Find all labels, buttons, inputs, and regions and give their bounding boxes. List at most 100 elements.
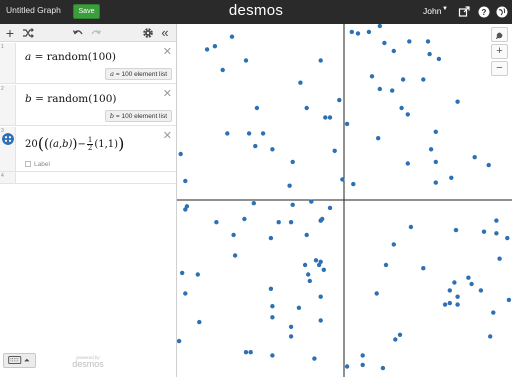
graph-point[interactable] <box>469 281 474 287</box>
graph-point[interactable] <box>243 58 249 63</box>
graph-point[interactable] <box>306 272 311 277</box>
chevron-down-icon[interactable]: ▼ <box>442 6 448 12</box>
graph-point[interactable] <box>302 262 308 268</box>
graph-point[interactable] <box>376 136 381 141</box>
graph-point[interactable] <box>248 350 253 355</box>
graph-point[interactable] <box>232 253 238 258</box>
graph-point[interactable] <box>408 224 414 230</box>
graph-point[interactable] <box>442 302 448 307</box>
graph-point[interactable] <box>296 305 302 310</box>
keypad-toggle-button[interactable] <box>3 353 36 368</box>
redo-icon[interactable] <box>89 26 103 40</box>
zoom-in-button[interactable]: + <box>491 44 508 59</box>
graph-point[interactable] <box>377 86 382 92</box>
graph-point[interactable] <box>449 175 454 180</box>
graph-point[interactable] <box>349 29 354 35</box>
zoom-out-button[interactable]: − <box>491 61 508 76</box>
graph-point[interactable] <box>332 148 337 153</box>
graph-point[interactable] <box>312 356 317 361</box>
graph-point[interactable] <box>478 288 484 293</box>
graph-point[interactable] <box>436 56 442 62</box>
close-icon[interactable]: ✕ <box>163 87 172 100</box>
graph-point[interactable] <box>313 258 319 263</box>
graph-point[interactable] <box>268 286 274 291</box>
graph-canvas[interactable] <box>177 24 512 377</box>
graph-point[interactable] <box>246 131 252 136</box>
label-checkbox[interactable] <box>25 161 31 167</box>
graph-point[interactable] <box>360 362 365 368</box>
graph-point[interactable] <box>177 338 182 344</box>
graph-point[interactable] <box>360 353 365 358</box>
graph-point[interactable] <box>288 324 294 329</box>
close-icon[interactable]: ✕ <box>163 129 172 142</box>
graph-point[interactable] <box>220 67 225 73</box>
graph-point[interactable] <box>270 315 275 320</box>
expression-math[interactable]: a = random(100) <box>25 51 116 63</box>
graph-point[interactable] <box>393 337 398 342</box>
graph-point[interactable] <box>307 278 312 284</box>
graph-point[interactable] <box>447 288 452 293</box>
graph-point[interactable] <box>253 143 258 149</box>
graph-point[interactable] <box>455 302 460 307</box>
graph-point[interactable] <box>288 334 294 339</box>
graph-point[interactable] <box>391 242 396 247</box>
graph-point[interactable] <box>183 178 188 184</box>
graph-point[interactable] <box>491 310 496 315</box>
graph-point[interactable] <box>318 318 323 323</box>
graph-point[interactable] <box>486 162 491 168</box>
globe-icon[interactable] <box>496 6 508 18</box>
graph-point[interactable] <box>425 39 431 44</box>
graph-point[interactable] <box>180 270 185 276</box>
graph-point[interactable] <box>452 280 457 285</box>
graph-point[interactable] <box>225 131 230 136</box>
graph-point[interactable] <box>243 350 249 355</box>
graph-point[interactable] <box>327 115 333 120</box>
graph-point[interactable] <box>251 201 256 206</box>
graph-point[interactable] <box>178 151 183 157</box>
graph-point[interactable] <box>400 77 406 82</box>
graph-point[interactable] <box>382 40 387 46</box>
undo-icon[interactable] <box>71 26 85 40</box>
expression-math[interactable]: b = random(100) <box>25 93 117 105</box>
graph-point[interactable] <box>183 291 188 296</box>
graph-point[interactable] <box>351 181 356 187</box>
graph-point[interactable] <box>254 105 260 111</box>
graph-point[interactable] <box>497 256 502 261</box>
graph-point[interactable] <box>433 129 438 134</box>
gear-icon[interactable] <box>141 26 155 40</box>
graph-point[interactable] <box>231 232 236 238</box>
help-icon[interactable]: ? <box>478 6 490 18</box>
graph-point[interactable] <box>455 294 460 299</box>
graph-point[interactable] <box>427 51 432 57</box>
graph-point[interactable] <box>428 147 434 152</box>
graph-point[interactable] <box>488 334 493 339</box>
graph-point[interactable] <box>276 220 281 225</box>
graph-point[interactable] <box>290 202 295 207</box>
graph-point[interactable] <box>298 80 303 85</box>
graph-point[interactable] <box>380 365 386 371</box>
graph-point[interactable] <box>377 24 382 29</box>
graph-point[interactable] <box>242 216 247 222</box>
graph-point[interactable] <box>505 235 510 241</box>
graph-point[interactable] <box>369 74 375 79</box>
graph-point[interactable] <box>340 177 345 182</box>
graph-point[interactable] <box>184 204 190 209</box>
graph-point[interactable] <box>290 159 295 165</box>
graph-point[interactable] <box>304 232 309 238</box>
graph-point[interactable] <box>195 272 200 277</box>
graph-point[interactable] <box>453 227 459 233</box>
graph-point[interactable] <box>204 47 210 52</box>
graph-point[interactable] <box>318 218 323 223</box>
graph-point[interactable] <box>447 300 452 306</box>
graph-point[interactable] <box>323 115 328 120</box>
graph-point[interactable] <box>212 44 218 49</box>
share-icon[interactable] <box>458 6 470 18</box>
graph-point[interactable] <box>433 180 438 185</box>
graph-point[interactable] <box>405 112 410 117</box>
graph-point[interactable] <box>366 29 372 35</box>
expression-row[interactable]: 1 a = random(100) ✕ a = 100 element list <box>0 43 176 84</box>
graph-point[interactable] <box>472 155 477 160</box>
graph-point[interactable] <box>270 304 275 309</box>
label-toggle[interactable]: Label <box>25 161 50 168</box>
close-icon[interactable]: ✕ <box>163 45 172 58</box>
